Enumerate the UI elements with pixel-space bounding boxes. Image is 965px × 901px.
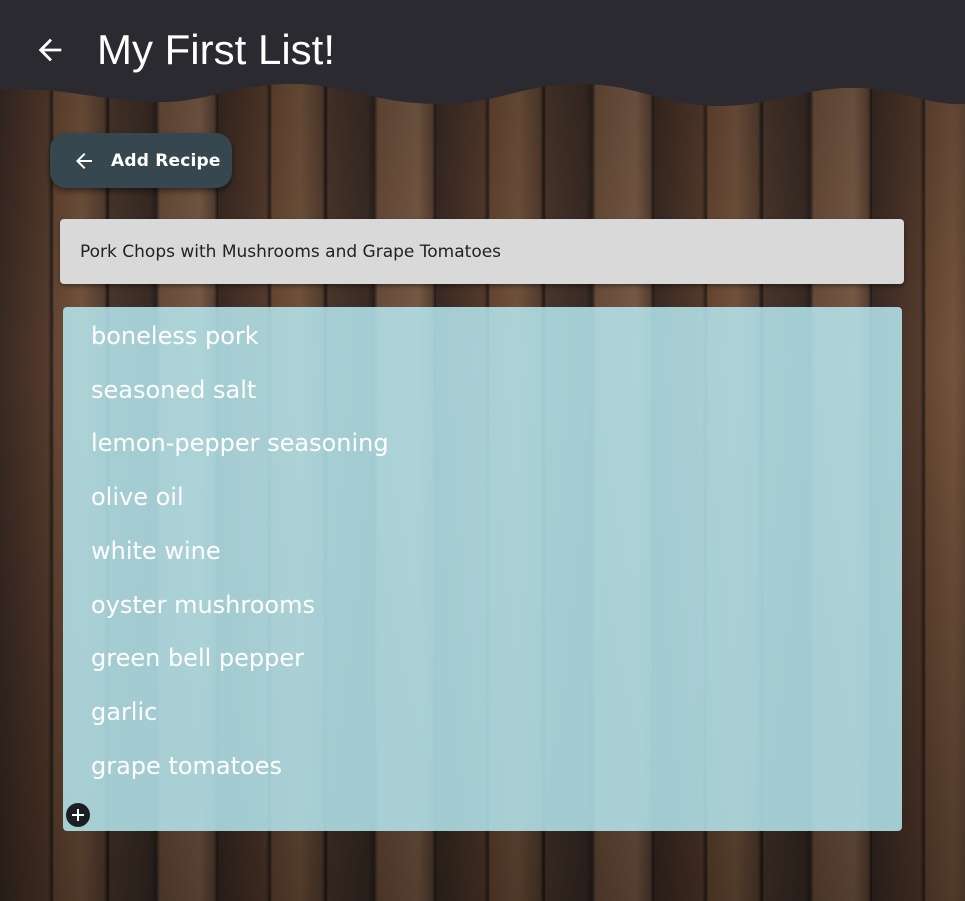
- ingredient-item[interactable]: lemon-pepper seasoning: [91, 416, 389, 470]
- app-bar: My First List!: [0, 0, 965, 84]
- add-recipe-label: Add Recipe: [111, 150, 221, 171]
- ingredient-item[interactable]: garlic: [91, 685, 157, 739]
- arrow-left-icon: [38, 38, 62, 62]
- ingredient-item[interactable]: oyster mushrooms: [91, 578, 315, 632]
- add-recipe-button[interactable]: Add Recipe: [50, 133, 232, 188]
- arrow-left-icon: [72, 149, 96, 173]
- ingredient-item[interactable]: olive oil: [91, 470, 184, 524]
- ingredient-item[interactable]: boneless pork: [91, 309, 259, 363]
- plus-circle-icon: [72, 809, 84, 821]
- ingredient-item[interactable]: green bell pepper: [91, 631, 304, 685]
- ingredient-list: boneless pork seasoned salt lemon-pepper…: [63, 307, 902, 831]
- add-ingredient-button[interactable]: [66, 803, 90, 827]
- page-title: My First List!: [97, 26, 335, 73]
- app-bar-wave: [0, 80, 965, 106]
- ingredient-item[interactable]: white wine: [91, 524, 221, 578]
- ingredient-item[interactable]: seasoned salt: [91, 363, 256, 417]
- recipe-name-field[interactable]: Pork Chops with Mushrooms and Grape Toma…: [60, 219, 904, 284]
- ingredient-item[interactable]: grape tomatoes: [91, 739, 282, 793]
- back-button[interactable]: [30, 30, 70, 70]
